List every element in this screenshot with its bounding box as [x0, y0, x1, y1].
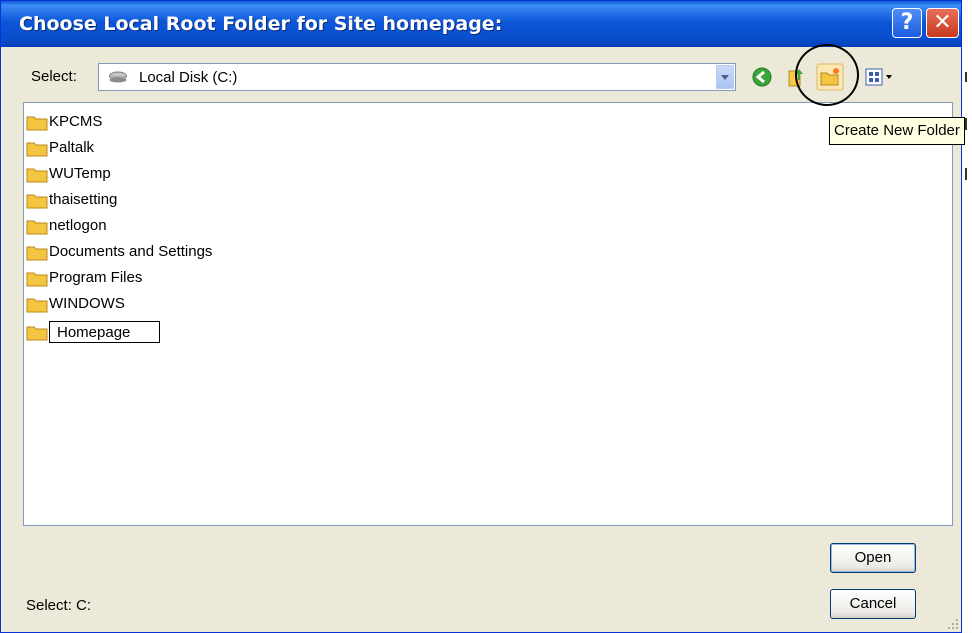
location-value: Local Disk (C:) — [139, 69, 238, 86]
select-label: Select: — [31, 68, 77, 85]
open-button[interactable]: Open — [830, 543, 916, 573]
rename-input-value: Homepage — [57, 324, 131, 341]
folder-icon — [26, 220, 48, 235]
folder-icon — [26, 326, 48, 341]
view-menu-icon[interactable] — [863, 63, 895, 91]
background-window-edge — [962, 0, 972, 633]
background-mark — [965, 168, 967, 180]
location-dropdown[interactable]: Local Disk (C:) — [98, 63, 736, 91]
tooltip: Create New Folder — [829, 117, 965, 145]
highlight-circle — [795, 44, 859, 106]
close-button[interactable]: ✕ — [926, 8, 959, 38]
folder-icon — [26, 142, 48, 157]
cancel-button[interactable]: Cancel — [830, 589, 916, 619]
title-bar[interactable]: Choose Local Root Folder for Site homepa… — [1, 1, 961, 47]
rename-input[interactable]: Homepage — [49, 321, 160, 343]
folder-icon — [26, 194, 48, 209]
folder-name: thaisetting — [49, 191, 118, 208]
folder-name: netlogon — [49, 217, 107, 234]
folder-name: Program Files — [49, 269, 143, 286]
folder-name: WINDOWS — [49, 295, 125, 312]
status-text: Select: C: — [26, 597, 92, 614]
folder-name: Paltalk — [49, 139, 95, 156]
folder-icon — [26, 168, 48, 183]
background-mark — [965, 72, 967, 82]
chevron-down-icon[interactable] — [716, 65, 734, 89]
dialog-title: Choose Local Root Folder for Site homepa… — [19, 13, 503, 35]
background-mark — [965, 118, 967, 130]
folder-icon — [26, 298, 48, 313]
folder-icon — [26, 272, 48, 287]
folder-icon — [26, 246, 48, 261]
folder-name: Documents and Settings — [49, 243, 213, 260]
resize-grip-icon[interactable] — [946, 617, 960, 631]
help-button[interactable]: ? — [892, 8, 922, 38]
back-icon[interactable] — [748, 63, 776, 91]
folder-list[interactable]: KPCMS Paltalk WUTemp thaisetting netlogo… — [23, 102, 953, 526]
local-disk-icon — [109, 71, 127, 83]
folder-icon — [26, 116, 48, 131]
folder-name: KPCMS — [49, 113, 103, 130]
folder-name: WUTemp — [49, 165, 111, 182]
